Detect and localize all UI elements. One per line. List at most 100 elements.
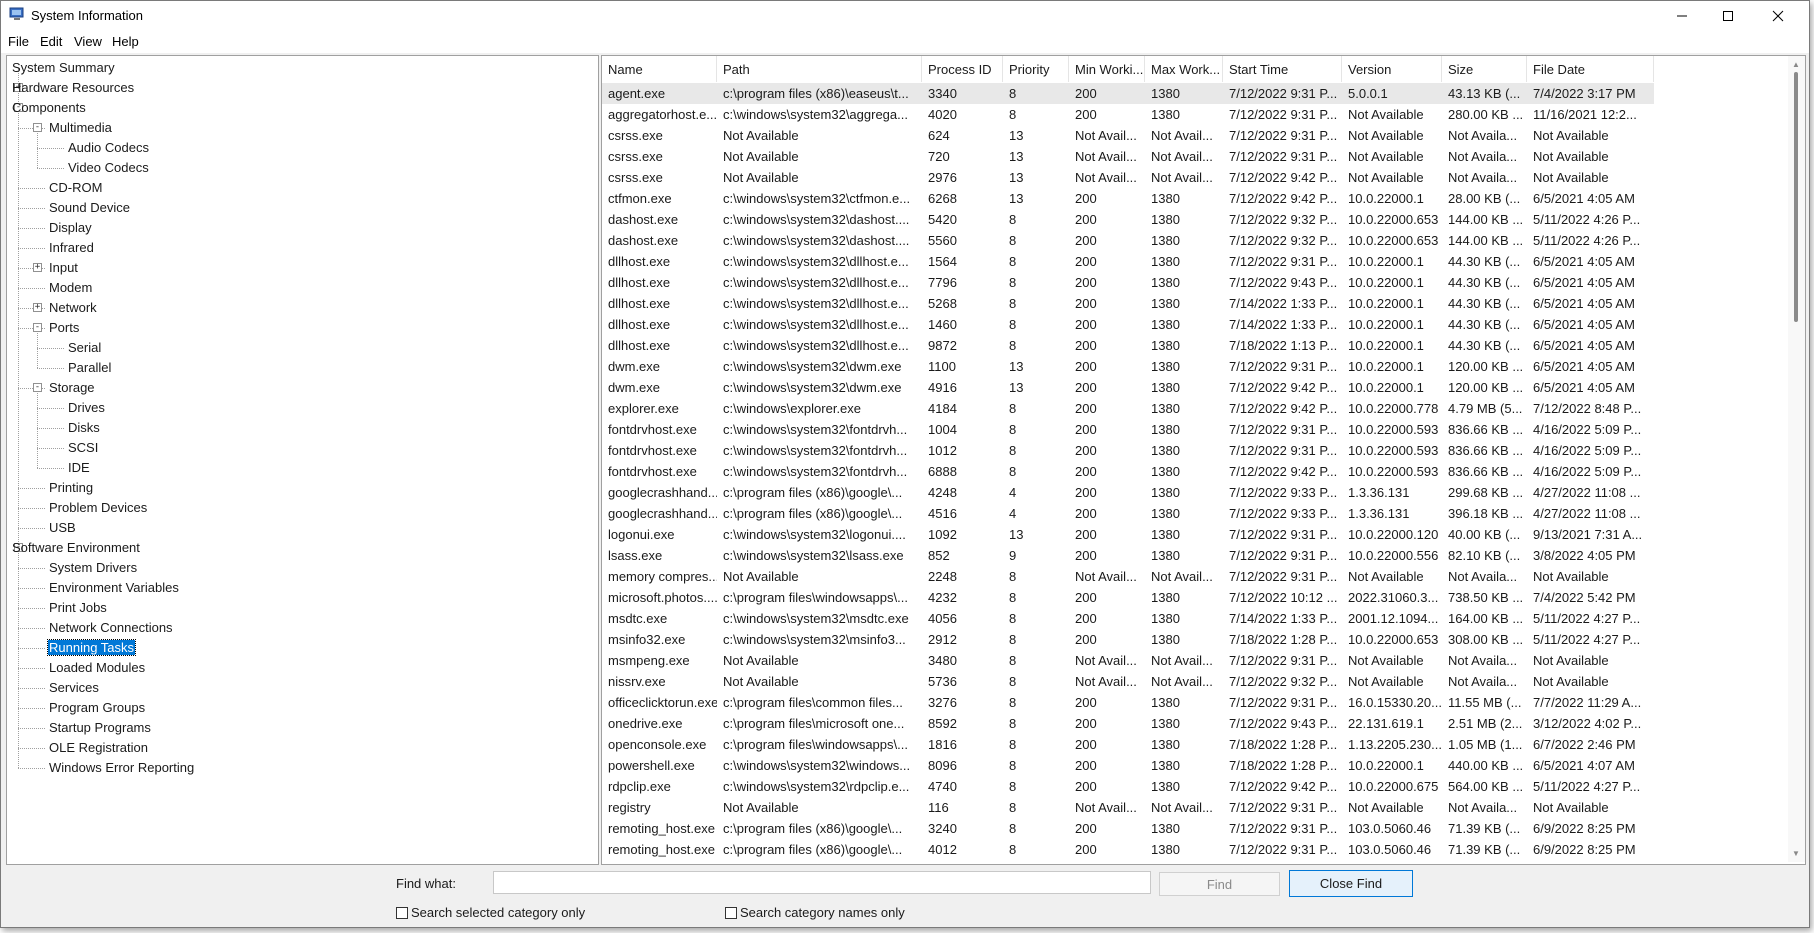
table-row[interactable]: dllhost.exe c:\windows\system32\dllhost.e… [602, 251, 1654, 272]
table-row[interactable]: memory compres... Not Available 2248 8 Not A… [602, 566, 1654, 587]
table-row[interactable]: nissrv.exe Not Available 5736 8 Not Avail...… [602, 671, 1654, 692]
tree-item-environment-variables[interactable]: Environment Variables [48, 578, 180, 598]
table-row[interactable]: agent.exe c:\program files (x86)\easeus\t… [602, 83, 1654, 104]
tree-item-software-environment[interactable]: Software Environment [11, 538, 141, 558]
table-row[interactable]: remoting_host.exe c:\program files (x86)\… [602, 839, 1654, 860]
tree-item-infrared[interactable]: Infrared [48, 238, 95, 258]
tree-item-program-groups[interactable]: Program Groups [48, 698, 146, 718]
table-row[interactable]: lsass.exe c:\windows\system32\lsass.exe 85… [602, 545, 1654, 566]
checkbox-box[interactable] [396, 906, 408, 919]
scroll-up-arrow-icon[interactable]: ▲ [1792, 60, 1800, 69]
tree-item-hardware-resources[interactable]: Hardware Resources [11, 78, 135, 98]
table-row[interactable]: dwm.exe c:\windows\system32\dwm.exe 4916 13… [602, 377, 1654, 398]
table-row[interactable]: aggregatorhost.e... c:\windows\system32\a… [602, 104, 1654, 125]
menu-view[interactable]: View [74, 34, 102, 49]
table-row[interactable]: msmpeng.exe Not Available 3480 8 Not Avail..… [602, 650, 1654, 671]
vertical-scrollbar[interactable]: ▲ ▼ [1788, 56, 1805, 862]
tree-item-network[interactable]: Network [48, 298, 98, 318]
tree-item-audio-codecs[interactable]: Audio Codecs [67, 138, 150, 158]
table-row[interactable]: powershell.exe c:\windows\system32\window… [602, 755, 1654, 776]
table-row[interactable]: csrss.exe Not Available 624 13 Not Avail... N… [602, 125, 1654, 146]
find-button[interactable]: Find [1159, 872, 1280, 896]
menu-help[interactable]: Help [112, 34, 139, 49]
table-row[interactable]: msinfo32.exe c:\windows\system32\msinfo3.… [602, 629, 1654, 650]
table-row[interactable]: dllhost.exe c:\windows\system32\dllhost.e… [602, 272, 1654, 293]
tree-item-ide[interactable]: IDE [67, 458, 91, 478]
title-bar[interactable]: System Information [1, 1, 1809, 31]
category-tree[interactable]: System Summary + Hardware Resources - Compon… [6, 55, 599, 865]
close-find-button[interactable]: Close Find [1289, 870, 1413, 897]
find-what-input[interactable] [493, 871, 1151, 894]
column-header-max-work[interactable]: Max Work... [1145, 56, 1223, 82]
expand-icon[interactable]: + [33, 303, 42, 312]
tree-item-disks[interactable]: Disks [67, 418, 101, 438]
menu-file[interactable]: File [8, 34, 29, 49]
tree-item-input[interactable]: Input [48, 258, 79, 278]
table-row[interactable]: fontdrvhost.exe c:\windows\system32\fontd… [602, 419, 1654, 440]
column-header-priority[interactable]: Priority [1003, 56, 1069, 82]
search-category-names-checkbox[interactable]: Search category names only [725, 905, 905, 920]
table-row[interactable]: rdpclip.exe c:\windows\system32\rdpclip.e… [602, 776, 1654, 797]
collapse-icon[interactable]: - [33, 123, 42, 132]
tree-item-loaded-modules[interactable]: Loaded Modules [48, 658, 146, 678]
column-header-size[interactable]: Size [1442, 56, 1527, 82]
tree-item-cd-rom[interactable]: CD-ROM [48, 178, 103, 198]
expand-icon[interactable]: + [33, 263, 42, 272]
collapse-icon[interactable]: - [33, 383, 42, 392]
table-row[interactable]: dllhost.exe c:\windows\system32\dllhost.e… [602, 293, 1654, 314]
tree-item-usb[interactable]: USB [48, 518, 77, 538]
tree-item-parallel[interactable]: Parallel [67, 358, 112, 378]
table-row[interactable]: dllhost.exe c:\windows\system32\dllhost.e… [602, 335, 1654, 356]
tree-item-components[interactable]: Components [11, 98, 87, 118]
column-header-file-date[interactable]: File Date [1527, 56, 1654, 82]
tree-item-ports[interactable]: Ports [48, 318, 80, 338]
tree-item-network-connections[interactable]: Network Connections [48, 618, 174, 638]
table-row[interactable]: fontdrvhost.exe c:\windows\system32\fontd… [602, 461, 1654, 482]
tree-item-video-codecs[interactable]: Video Codecs [67, 158, 150, 178]
column-header-process-id[interactable]: Process ID [922, 56, 1003, 82]
maximize-button[interactable] [1705, 1, 1751, 31]
table-row[interactable]: fontdrvhost.exe c:\windows\system32\fontd… [602, 440, 1654, 461]
table-row[interactable]: googlecrashhand... c:\program files (x86)… [602, 482, 1654, 503]
tree-item-scsi[interactable]: SCSI [67, 438, 99, 458]
tree-item-storage[interactable]: Storage [48, 378, 96, 398]
table-row[interactable]: googlecrashhand... c:\program files (x86)… [602, 503, 1654, 524]
collapse-icon[interactable]: - [33, 323, 42, 332]
table-row[interactable]: openconsole.exe c:\program files\windowsa… [602, 734, 1654, 755]
tree-item-display[interactable]: Display [48, 218, 93, 238]
checkbox-box[interactable] [725, 906, 737, 919]
table-row[interactable]: registry Not Available 116 8 Not Avail... Not… [602, 797, 1654, 818]
tree-item-serial[interactable]: Serial [67, 338, 102, 358]
tree-item-drives[interactable]: Drives [67, 398, 106, 418]
table-row[interactable]: msdtc.exe c:\windows\system32\msdtc.exe 40… [602, 608, 1654, 629]
scroll-down-arrow-icon[interactable]: ▼ [1792, 849, 1800, 858]
column-header-name[interactable]: Name [602, 56, 717, 82]
table-row[interactable]: explorer.exe c:\windows\explorer.exe 4184 8… [602, 398, 1654, 419]
tree-item-running-tasks[interactable]: Running Tasks [46, 638, 137, 658]
table-row[interactable]: dashost.exe c:\windows\system32\dashost..… [602, 230, 1654, 251]
table-row[interactable]: onedrive.exe c:\program files\microsoft o… [602, 713, 1654, 734]
tree-item-system-drivers[interactable]: System Drivers [48, 558, 138, 578]
tree-item-multimedia[interactable]: Multimedia [48, 118, 113, 138]
table-row[interactable]: ctfmon.exe c:\windows\system32\ctfmon.e..… [602, 188, 1654, 209]
tree-item-print-jobs[interactable]: Print Jobs [48, 598, 108, 618]
column-header-path[interactable]: Path [717, 56, 922, 82]
table-row[interactable]: logonui.exe c:\windows\system32\logonui..… [602, 524, 1654, 545]
search-selected-category-checkbox[interactable]: Search selected category only [396, 905, 585, 920]
table-row[interactable]: microsoft.photos.... c:\program files\win… [602, 587, 1654, 608]
tree-item-system-summary[interactable]: System Summary [11, 58, 116, 78]
tree-item-sound-device[interactable]: Sound Device [48, 198, 131, 218]
minimize-button[interactable] [1659, 1, 1705, 31]
tree-item-problem-devices[interactable]: Problem Devices [48, 498, 148, 518]
tree-item-startup-programs[interactable]: Startup Programs [48, 718, 152, 738]
table-row[interactable]: officeclicktorun.exe c:\program files\com… [602, 692, 1654, 713]
table-row[interactable]: dllhost.exe c:\windows\system32\dllhost.e… [602, 314, 1654, 335]
tree-item-windows-error-reporting[interactable]: Windows Error Reporting [48, 758, 195, 778]
tree-item-services[interactable]: Services [48, 678, 100, 698]
table-row[interactable]: dashost.exe c:\windows\system32\dashost..… [602, 209, 1654, 230]
menu-edit[interactable]: Edit [40, 34, 62, 49]
table-row[interactable]: dwm.exe c:\windows\system32\dwm.exe 1100 13… [602, 356, 1654, 377]
column-header-start-time[interactable]: Start Time [1223, 56, 1342, 82]
tree-item-modem[interactable]: Modem [48, 278, 93, 298]
table-row[interactable]: csrss.exe Not Available 2976 13 Not Avail...… [602, 167, 1654, 188]
